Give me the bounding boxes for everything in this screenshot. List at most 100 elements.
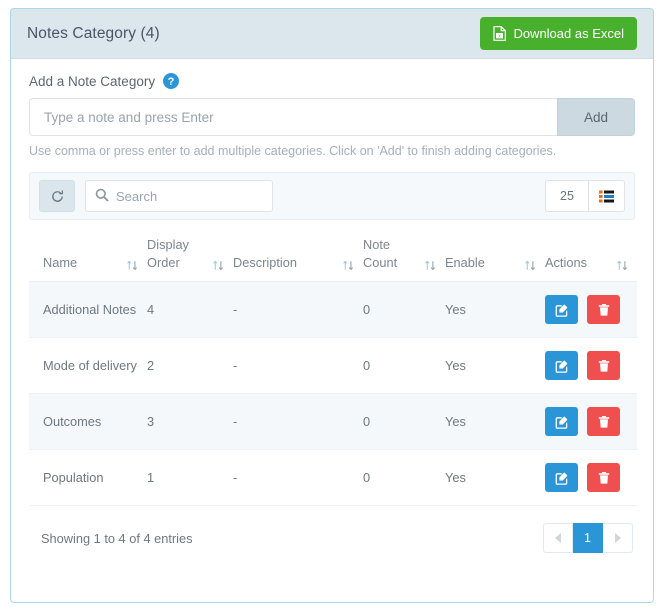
table-header: Name Display Order Description Note Coun… xyxy=(29,236,637,283)
column-header-display-order[interactable]: Display Order xyxy=(147,236,233,283)
help-circle-icon[interactable]: ? xyxy=(163,73,180,89)
toolbar-right-group: 25 xyxy=(545,180,625,212)
cell-note-count: 0 xyxy=(363,449,445,507)
delete-row-button[interactable] xyxy=(587,407,620,437)
column-header-description[interactable]: Description xyxy=(233,236,363,283)
cell-description: - xyxy=(233,449,363,507)
trash-icon xyxy=(598,303,609,316)
edit-pencil-icon xyxy=(555,360,567,373)
next-page-button[interactable] xyxy=(603,523,633,554)
edit-row-button[interactable] xyxy=(545,407,578,437)
cell-note-count: 0 xyxy=(363,393,445,451)
cell-note-count: 0 xyxy=(363,337,445,395)
delete-row-button[interactable] xyxy=(587,295,620,325)
add-button[interactable]: Add xyxy=(557,98,635,136)
column-header-enable[interactable]: Enable xyxy=(445,236,545,283)
cell-name: Population xyxy=(29,449,147,507)
page-title: Notes Category (4) xyxy=(27,24,160,42)
cell-description: - xyxy=(233,393,363,451)
cell-display-order: 3 xyxy=(147,393,233,451)
cell-name: Mode of delivery xyxy=(29,337,147,395)
cell-name: Outcomes xyxy=(29,393,147,451)
edit-pencil-icon xyxy=(555,304,567,317)
search-field-wrapper xyxy=(85,180,273,212)
cell-actions xyxy=(545,281,637,339)
svg-text:?: ? xyxy=(168,76,175,88)
cell-actions xyxy=(545,449,637,507)
column-header-actions-label: Actions xyxy=(545,255,587,271)
download-as-excel-button[interactable]: x Download as Excel xyxy=(480,17,637,50)
delete-row-button[interactable] xyxy=(587,463,620,493)
trash-icon xyxy=(598,415,609,428)
column-header-name-label: Name xyxy=(43,255,78,271)
column-visibility-button[interactable] xyxy=(588,180,625,212)
cell-note-count: 0 xyxy=(363,281,445,339)
excel-file-icon: x xyxy=(493,26,507,41)
sort-icon xyxy=(343,261,354,271)
add-note-category-label: Add a Note Category ? xyxy=(29,73,635,89)
cell-enable: Yes xyxy=(445,337,545,395)
trash-icon xyxy=(598,471,609,484)
table-toolbar: 25 xyxy=(29,172,635,220)
table-footer: Showing 1 to 4 of 4 entries 1 xyxy=(29,506,635,554)
add-note-category-label-text: Add a Note Category xyxy=(29,73,156,89)
panel-body: Add a Note Category ? Add Use comma or p… xyxy=(11,59,653,602)
column-header-enable-label: Enable xyxy=(445,255,485,271)
pagination: 1 xyxy=(543,523,633,554)
sort-icon xyxy=(525,261,536,271)
table-row: Additional Notes 4 - 0 Yes xyxy=(29,281,637,339)
add-category-hint: Use comma or press enter to add multiple… xyxy=(29,144,557,158)
toolbar-left-group xyxy=(39,180,273,212)
delete-row-button[interactable] xyxy=(587,351,620,381)
cell-actions xyxy=(545,393,637,451)
page-button-1[interactable]: 1 xyxy=(573,523,603,554)
table-body: Additional Notes 4 - 0 Yes Mode of deliv… xyxy=(29,281,637,507)
next-page-arrow-icon xyxy=(614,533,621,544)
column-header-name[interactable]: Name xyxy=(29,236,147,283)
table-row: Mode of delivery 2 - 0 Yes xyxy=(29,337,637,395)
entries-info: Showing 1 to 4 of 4 entries xyxy=(41,530,193,546)
column-header-actions[interactable]: Actions xyxy=(545,236,637,283)
edit-pencil-icon xyxy=(555,416,567,429)
search-icon xyxy=(95,188,109,202)
trash-icon xyxy=(598,359,609,372)
sort-icon xyxy=(617,261,628,271)
column-header-display-order-label: Display Order xyxy=(147,237,189,271)
sort-icon xyxy=(425,261,436,271)
cell-display-order: 1 xyxy=(147,449,233,507)
edit-pencil-icon xyxy=(555,472,567,485)
edit-row-button[interactable] xyxy=(545,351,578,381)
notes-category-table: Name Display Order Description Note Coun… xyxy=(29,236,637,507)
cell-actions xyxy=(545,337,637,395)
cell-enable: Yes xyxy=(445,449,545,507)
download-as-excel-label: Download as Excel xyxy=(513,26,624,41)
page-root: Notes Category (4) x Download as Excel A… xyxy=(0,0,664,611)
notes-category-panel: Notes Category (4) x Download as Excel A… xyxy=(10,8,654,603)
page-length-select[interactable]: 25 xyxy=(545,180,588,212)
cell-name: Additional Notes xyxy=(29,281,147,339)
previous-page-arrow-icon xyxy=(555,533,561,544)
refresh-button[interactable] xyxy=(39,180,75,212)
add-note-category-input[interactable] xyxy=(29,98,557,136)
column-header-description-label: Description xyxy=(233,255,298,271)
cell-display-order: 4 xyxy=(147,281,233,339)
sort-icon xyxy=(127,261,138,271)
table-row: Outcomes 3 - 0 Yes xyxy=(29,393,637,451)
add-note-category-group: Add xyxy=(29,98,635,136)
edit-row-button[interactable] xyxy=(545,295,578,325)
cell-display-order: 2 xyxy=(147,337,233,395)
columns-icon xyxy=(599,190,614,203)
panel-header: Notes Category (4) x Download as Excel xyxy=(11,9,653,59)
cell-description: - xyxy=(233,281,363,339)
search-input[interactable] xyxy=(85,180,273,212)
cell-enable: Yes xyxy=(445,393,545,451)
edit-row-button[interactable] xyxy=(545,463,578,493)
table-row: Population 1 - 0 Yes xyxy=(29,449,637,507)
cell-description: - xyxy=(233,337,363,395)
column-header-note-count[interactable]: Note Count xyxy=(363,236,445,283)
table-header-row: Name Display Order Description Note Coun… xyxy=(29,236,637,283)
refresh-icon xyxy=(50,189,65,204)
sort-icon xyxy=(213,261,224,271)
previous-page-button[interactable] xyxy=(543,523,573,554)
cell-enable: Yes xyxy=(445,281,545,339)
